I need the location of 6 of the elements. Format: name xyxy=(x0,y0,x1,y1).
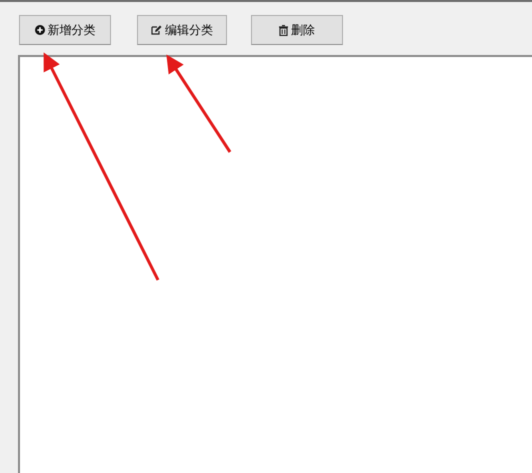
add-button[interactable]: 新增分类 xyxy=(19,15,111,45)
pencil-square-icon xyxy=(151,25,162,35)
delete-button[interactable]: 删除 xyxy=(251,15,343,45)
plus-circle-icon xyxy=(34,25,44,35)
trash-icon xyxy=(279,24,288,36)
edit-button[interactable]: 编辑分类 xyxy=(137,15,227,45)
